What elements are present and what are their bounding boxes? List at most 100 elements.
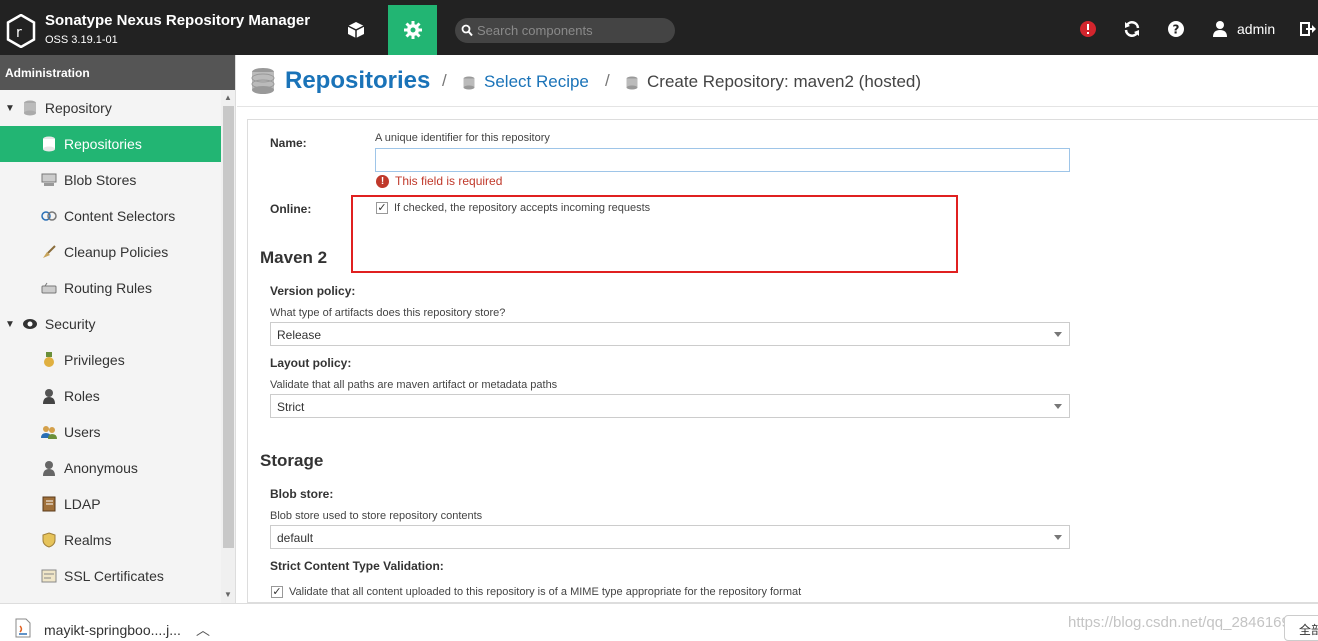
database-icon xyxy=(251,68,275,94)
chevron-up-icon[interactable]: ︿ xyxy=(196,620,210,640)
svg-text:r: r xyxy=(16,25,22,41)
database-icon xyxy=(40,136,58,152)
breadcrumb-separator: / xyxy=(442,71,447,90)
nexus-logo-icon[interactable]: r xyxy=(6,14,36,48)
sidebar-item-repositories[interactable]: Repositories xyxy=(0,126,221,162)
sidebar-item-anonymous[interactable]: Anonymous xyxy=(0,450,221,486)
layout-policy-label: Layout policy: xyxy=(270,356,352,370)
sidebar-item-ssl-certificates[interactable]: SSL Certificates xyxy=(0,558,221,594)
sidebar-item-label: Users xyxy=(64,424,101,440)
sidebar-heading: Administration xyxy=(0,55,235,90)
caret-down-icon[interactable]: ▼ xyxy=(5,319,15,330)
sidebar-item-ldap[interactable]: LDAP xyxy=(0,486,221,522)
system-alert-button[interactable] xyxy=(1078,19,1098,39)
name-label: Name: xyxy=(270,136,307,150)
blob-store-select[interactable]: default xyxy=(270,525,1070,549)
version-policy-value: Release xyxy=(277,328,322,342)
main-content: Repositories / Select Recipe / Create Re… xyxy=(237,55,1318,603)
sidebar-item-realms[interactable]: Realms xyxy=(0,522,221,558)
dropdown-arrow-icon[interactable] xyxy=(1054,404,1062,409)
medal-icon xyxy=(40,352,58,368)
name-error: ! This field is required xyxy=(376,174,502,188)
scroll-up-icon[interactable]: ▲ xyxy=(224,93,232,102)
name-input[interactable] xyxy=(375,148,1070,172)
svg-text:?: ? xyxy=(1173,23,1180,37)
sidebar-item-blob-stores[interactable]: Blob Stores xyxy=(0,162,221,198)
sidebar-scrollbar[interactable]: ▲ ▼ xyxy=(221,90,235,603)
dropdown-arrow-icon[interactable] xyxy=(1054,332,1062,337)
router-icon xyxy=(40,280,58,296)
gear-icon xyxy=(403,21,422,39)
shield-icon xyxy=(40,532,58,548)
sidebar-item-users[interactable]: Users xyxy=(0,414,221,450)
database-icon xyxy=(21,100,39,116)
top-bar: r Sonatype Nexus Repository Manager OSS … xyxy=(0,0,1318,55)
breadcrumb-select-recipe[interactable]: Select Recipe xyxy=(484,72,589,92)
strict-validation-checkbox[interactable]: ✓ xyxy=(271,586,283,598)
users-icon xyxy=(40,424,58,440)
dropdown-arrow-icon[interactable] xyxy=(1054,535,1062,540)
sidebar-item-privileges[interactable]: Privileges xyxy=(0,342,221,378)
layout-policy-select[interactable]: Strict xyxy=(270,394,1070,418)
sidebar-group-repository[interactable]: ▼ Repository xyxy=(0,90,221,126)
strict-validation-label: Strict Content Type Validation: xyxy=(270,559,444,573)
error-icon: ! xyxy=(376,174,389,188)
show-all-button[interactable]: 全部 xyxy=(1284,615,1318,641)
sidebar-item-cleanup-policies[interactable]: Cleanup Policies xyxy=(0,234,221,270)
layout-policy-help: Validate that all paths are maven artifa… xyxy=(270,379,558,391)
broom-icon xyxy=(40,244,58,260)
browse-mode-button[interactable] xyxy=(336,5,376,55)
address-book-icon xyxy=(40,496,58,512)
server-icon xyxy=(40,172,58,188)
online-label: Online: xyxy=(270,202,312,216)
breadcrumb-separator: / xyxy=(605,71,610,90)
sidebar-item-label: Content Selectors xyxy=(64,208,176,224)
scroll-down-icon[interactable]: ▼ xyxy=(224,590,232,599)
sidebar-item-label: Cleanup Policies xyxy=(64,244,169,260)
sidebar-item-label: Realms xyxy=(64,532,112,548)
blob-store-label: Blob store: xyxy=(270,487,334,501)
app-title: Sonatype Nexus Repository Manager xyxy=(45,12,311,29)
cube-icon xyxy=(347,22,365,38)
alert-icon xyxy=(1080,21,1096,37)
name-error-text: This field is required xyxy=(395,174,503,188)
sidebar-item-label: Blob Stores xyxy=(64,172,137,188)
blob-store-value: default xyxy=(277,531,314,545)
user-name[interactable]: admin xyxy=(1237,21,1275,37)
refresh-button[interactable] xyxy=(1122,19,1142,39)
sidebar-item-label: Roles xyxy=(64,388,100,404)
sign-out-button[interactable] xyxy=(1298,19,1318,39)
download-file-name[interactable]: mayikt-springboo....j... xyxy=(44,622,181,638)
version-policy-select[interactable]: Release xyxy=(270,322,1070,346)
page-title[interactable]: Repositories xyxy=(285,67,430,95)
blob-store-help: Blob store used to store repository cont… xyxy=(270,510,483,522)
version-policy-help: What type of artifacts does this reposit… xyxy=(270,307,506,319)
sidebar-group-label: Security xyxy=(44,316,96,332)
sidebar-item-routing-rules[interactable]: Routing Rules xyxy=(0,270,221,306)
anonymous-user-icon xyxy=(40,460,58,476)
sidebar-item-label: Routing Rules xyxy=(64,280,152,296)
user-button[interactable] xyxy=(1210,19,1230,39)
sidebar-item-label: Privileges xyxy=(64,352,125,368)
help-button[interactable]: ? xyxy=(1166,19,1186,39)
online-checkbox[interactable]: ✓ xyxy=(376,202,388,214)
sidebar-item-content-selectors[interactable]: Content Selectors xyxy=(0,198,221,234)
sidebar-group-label: Repository xyxy=(44,100,112,116)
sidebar-group-security[interactable]: ▼ Security xyxy=(0,306,221,342)
search-input[interactable] xyxy=(477,21,667,40)
search-icon xyxy=(461,24,473,37)
user-icon xyxy=(1213,21,1227,37)
database-icon xyxy=(626,76,638,90)
scrollbar-thumb[interactable] xyxy=(223,106,234,548)
strict-validation-help: Validate that all content uploaded to th… xyxy=(289,586,802,598)
sidebar-item-roles[interactable]: Roles xyxy=(0,378,221,414)
caret-down-icon[interactable]: ▼ xyxy=(5,103,15,114)
watermark: https://blog.csdn.net/qq_2846169 xyxy=(1068,614,1290,631)
refresh-icon xyxy=(1124,21,1140,37)
java-file-icon[interactable] xyxy=(14,618,32,638)
search-box[interactable] xyxy=(455,18,675,43)
selector-icon xyxy=(40,208,58,224)
admin-mode-button[interactable] xyxy=(388,5,437,55)
sidebar-tree: ▼ Repository Repositories Blob Stores Co… xyxy=(0,90,221,594)
breadcrumb: Repositories / Select Recipe / Create Re… xyxy=(237,55,1318,107)
